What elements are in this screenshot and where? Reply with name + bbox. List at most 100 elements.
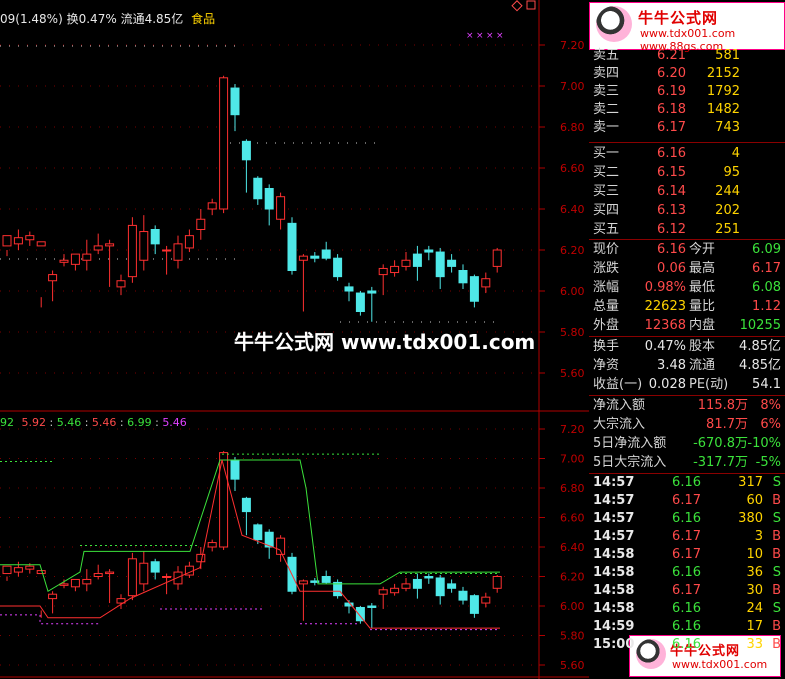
candle-body-top [469,276,479,302]
tick-volume: 10 [746,547,763,562]
bid-volume: 4 [731,146,740,161]
tick-time: 14:57 [593,529,635,544]
tick-time: 14:58 [593,601,635,616]
bid-label: 买二 [593,165,620,180]
quote-value-2: 6.17 [752,261,781,276]
tick-time: 14:58 [593,547,635,562]
candle-body-top [435,251,445,278]
candle-body-bottom [492,576,502,589]
price-axis-label: 6.20 [560,244,585,257]
tick-side: B [772,583,781,598]
candle-body-top [355,292,365,312]
tick-side: S [772,565,781,580]
signal-marker: × [486,31,494,41]
candle-body-bottom [196,553,206,563]
price-axis-label: 6.60 [560,512,585,525]
bid-row: 买二 6.15 95 [589,164,785,182]
ask-price: 6.21 [657,48,686,63]
quote-label: 现价 [593,242,620,257]
candle-body-top [492,249,502,267]
price-axis-label: 6.40 [560,203,585,216]
candle-body-bottom [82,578,92,585]
quote-panel: 牛牛公式网 www.tdx001.com www.88gs.com 牛牛公式网 … [589,0,785,679]
flow-value: 115.8万 [697,398,748,413]
fundamental-label: 换手 [593,339,620,354]
indicator-values-bar: 92 5.92 : 5.46 : 5.46 : 6.99 : 5.46 [0,416,187,429]
candle-body-top [253,177,263,200]
candle-body-bottom [321,576,331,583]
quote-label: 涨跌 [593,261,620,276]
ask-price: 6.17 [657,120,686,135]
tick-row: 14:57 6.17 3 B [589,528,785,546]
quote-label-2: 内盘 [689,318,716,333]
watermark-text: 牛牛公式网 www.tdx001.com [234,330,536,354]
ask-label: 卖二 [593,102,620,117]
candle-body-bottom [207,542,217,548]
fundamental-value-2: 4.85亿 [739,339,781,354]
candle-body-top [150,229,160,245]
tick-side: B [772,493,781,508]
candle-body-top [321,249,331,259]
tick-side: S [772,511,781,526]
tick-row: 14:58 6.17 10 B [589,546,785,564]
candle-body-top [13,237,23,245]
tick-price: 6.16 [672,511,701,526]
candle-body-bottom [390,587,400,594]
price-axis-label: 5.60 [560,659,585,672]
indicator-value-4: 5.46 [91,416,117,429]
price-axis-label: 7.00 [560,453,585,466]
tick-volume: 24 [746,601,763,616]
tick-volume: 30 [746,583,763,598]
candle-body-top [82,253,92,261]
candle-body-bottom [253,524,263,541]
tick-time: 14:58 [593,583,635,598]
logo-url: www.tdx001.com [672,658,768,671]
flow-value: -670.8万 [693,436,748,451]
fundamental-label: 净资 [593,358,620,373]
float-value: 4.85亿 [144,12,184,26]
flow-label: 大宗流入 [593,417,646,432]
candle-body-bottom [59,583,69,586]
quote-label-2: 最高 [689,261,716,276]
quote-value: 6.16 [657,242,686,257]
flow-pct: -10% [747,436,781,451]
ask-volume: 743 [715,120,740,135]
candle-body-bottom [447,583,457,589]
quote-value-2: 1.12 [752,299,781,314]
price-axis-label: 6.60 [560,162,585,175]
tick-side: B [772,637,781,652]
site-logo-top: 牛牛公式网 www.tdx001.com www.88gs.com [589,2,785,53]
candle-body-top [333,257,343,278]
candle-body-top [173,243,183,261]
ask-label: 卖三 [593,84,620,99]
tick-side: S [772,601,781,616]
candle-body-bottom [367,605,377,608]
tick-side: B [772,619,781,634]
ask-price: 6.18 [657,102,686,117]
diamond-icon [511,0,523,12]
candle-body-top [48,274,58,282]
price-axis-label: 5.80 [560,630,585,643]
tick-row: 14:57 6.16 317 S [589,474,785,492]
flow-label: 5日净流入额 [593,436,667,451]
tick-price: 6.17 [672,547,701,562]
bid-row: 买四 6.13 202 [589,202,785,220]
fundamental-value-2: 54.1 [752,377,781,392]
bid-row: 买三 6.14 244 [589,183,785,201]
bid-label: 买五 [593,222,620,237]
candle-body-top [105,243,115,247]
candle-body-bottom [70,578,80,588]
ask-row: 卖五 6.21 581 [589,47,785,65]
turnover-value: 0.47% [78,12,117,26]
indicator-value-1: 92 [0,416,14,429]
tick-volume: 317 [738,475,763,490]
candle-body-bottom [355,606,365,622]
tick-price: 6.16 [672,475,701,490]
sector-label[interactable]: 食品 [191,12,215,26]
tick-price: 6.16 [672,565,701,580]
candle-body-bottom [401,583,411,589]
divider [589,142,785,143]
fundamental-row: 净资 3.48 流通 4.85亿 [589,357,785,375]
ask-volume: 581 [715,48,740,63]
tick-row: 14:58 6.16 24 S [589,600,785,618]
